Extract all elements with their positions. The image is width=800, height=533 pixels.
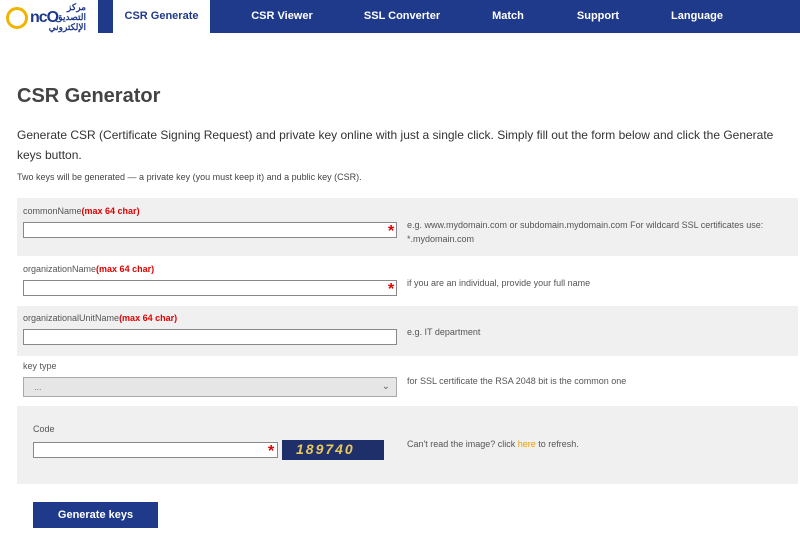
page-title: CSR Generator	[17, 85, 161, 107]
org-unit-input[interactable]	[23, 329, 397, 345]
tab-support[interactable]: Support	[566, 0, 630, 33]
org-name-label: organizationName(max 64 char)	[23, 264, 155, 274]
org-unit-row: organizationalUnitName(max 64 char) e.g.…	[17, 306, 798, 356]
code-row: Code * 189740 Can't read the image? clic…	[17, 406, 798, 484]
captcha-image: 189740	[282, 440, 384, 460]
logo-arabic: مركز التصديق الإلكتروني	[48, 2, 86, 32]
tab-csr-generate[interactable]: CSR Generate	[113, 0, 210, 33]
keys-note: Two keys will be generated — a private k…	[17, 172, 362, 182]
top-navbar: ncO مركز التصديق الإلكتروني CSR Generate…	[0, 0, 800, 33]
chevron-down-icon: ⌄	[381, 381, 390, 392]
required-icon: *	[388, 281, 395, 298]
intro-text: Generate CSR (Certificate Signing Reques…	[17, 128, 774, 162]
key-type-row: key type ... ⌄ for SSL certificate the R…	[17, 356, 798, 406]
common-name-row: commonName(max 64 char) * e.g. www.mydom…	[17, 198, 798, 256]
logo[interactable]: ncO مركز التصديق الإلكتروني	[0, 0, 98, 33]
org-name-input[interactable]	[23, 280, 397, 296]
tab-ssl-converter[interactable]: SSL Converter	[352, 0, 452, 33]
common-name-label: commonName(max 64 char)	[23, 206, 140, 216]
code-input[interactable]	[33, 442, 278, 458]
org-name-hint: if you are an individual, provide your f…	[407, 278, 591, 288]
captcha-hint: Can't read the image? click here to refr…	[407, 439, 579, 449]
org-unit-label: organizationalUnitName(max 64 char)	[23, 313, 178, 323]
code-label: Code	[33, 424, 55, 434]
refresh-captcha-link[interactable]: here	[518, 439, 536, 449]
required-icon: *	[388, 223, 395, 240]
key-type-label: key type	[23, 361, 57, 371]
key-type-select[interactable]: ... ⌄	[23, 377, 397, 397]
org-unit-hint: e.g. IT department	[407, 327, 481, 337]
key-type-hint: for SSL certificate the RSA 2048 bit is …	[407, 376, 627, 386]
common-name-input[interactable]	[23, 222, 397, 238]
common-name-hint: e.g. www.mydomain.com or subdomain.mydom…	[407, 220, 764, 244]
org-name-row: organizationName(max 64 char) * if you a…	[17, 256, 798, 306]
required-icon: *	[268, 443, 275, 460]
tab-match[interactable]: Match	[478, 0, 538, 33]
logo-ring-icon	[6, 7, 28, 29]
generate-keys-button[interactable]: Generate keys	[33, 502, 158, 528]
tab-csr-viewer[interactable]: CSR Viewer	[228, 0, 336, 33]
tab-language[interactable]: Language	[660, 0, 734, 33]
